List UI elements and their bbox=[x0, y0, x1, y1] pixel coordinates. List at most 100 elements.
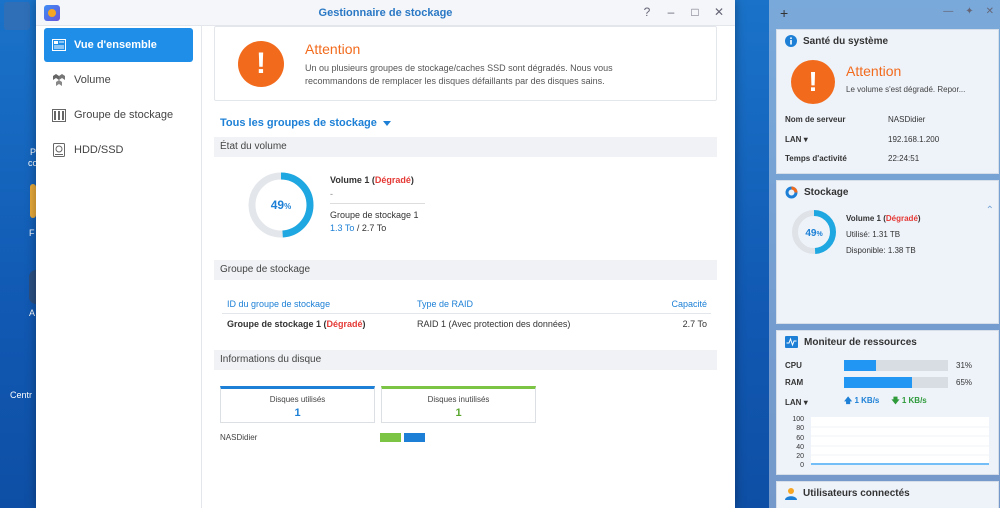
row-value: NASDidier bbox=[888, 115, 926, 124]
storage-info: Volume 1 (Dégradé) Utilisé: 1.31 TB Disp… bbox=[846, 211, 921, 259]
lan-upload: 🡅 1 KB/s bbox=[844, 396, 880, 405]
cpu-bar bbox=[844, 360, 948, 371]
info-icon bbox=[785, 35, 797, 47]
storage-usage-ring: 49% bbox=[792, 210, 836, 254]
ram-row: RAM 65% bbox=[785, 377, 985, 388]
server-name-row: Nom de serveur NASDidier bbox=[785, 115, 985, 124]
minimize-icon[interactable]: – bbox=[665, 5, 677, 19]
desktop-shortcut-icon[interactable] bbox=[29, 270, 36, 304]
ring-percent: 49% bbox=[805, 228, 823, 239]
desktop-label[interactable]: Centr bbox=[10, 390, 32, 400]
attention-banner: ! Attention Un ou plusieurs groupes de s… bbox=[214, 26, 717, 101]
add-widget-icon[interactable]: + bbox=[780, 5, 788, 21]
storage-widget: Stockage ⌃ 49% Volume 1 (Dégradé) Utilis… bbox=[776, 180, 999, 324]
row-key: CPU bbox=[785, 361, 802, 370]
panel-toolbar: + — ✦ ✕ bbox=[769, 0, 1000, 26]
overview-icon bbox=[52, 38, 66, 52]
row-key: LAN ▾ bbox=[785, 397, 808, 407]
window-titlebar[interactable]: Gestionnaire de stockage ? – □ ✕ bbox=[36, 0, 735, 26]
widget-header: Santé du système bbox=[777, 30, 998, 52]
widget-title: Utilisateurs connectés bbox=[803, 487, 910, 499]
widget-title: Santé du système bbox=[803, 35, 889, 47]
uptime-row: Temps d'activité 22:24:51 bbox=[785, 154, 985, 163]
used-space: Utilisé: 1.31 TB bbox=[846, 230, 901, 239]
arrow-down-icon: 🡇 bbox=[891, 396, 900, 405]
ram-value: 65% bbox=[956, 378, 973, 387]
column-header[interactable]: Type de RAID bbox=[417, 299, 597, 309]
raid-type: RAID 1 (Avec protection des données) bbox=[417, 319, 571, 329]
nas-name: NASDidier bbox=[220, 433, 258, 442]
sidebar-item-volume[interactable]: Volume bbox=[44, 63, 193, 97]
cpu-value: 31% bbox=[956, 361, 973, 370]
cpu-row: CPU 31% bbox=[785, 360, 985, 371]
widget-title: Moniteur de ressources bbox=[804, 336, 917, 348]
caret-down-icon: ▾ bbox=[803, 397, 808, 407]
cpu-bar-fill bbox=[844, 360, 877, 371]
maximize-icon[interactable]: □ bbox=[689, 5, 701, 19]
pool-capacity: 2.7 To bbox=[682, 319, 707, 329]
volume-usage-ring: 49% bbox=[248, 172, 314, 238]
sidebar-item-overview[interactable]: Vue d'ensemble bbox=[44, 28, 193, 62]
close-icon[interactable]: ✕ bbox=[713, 5, 725, 19]
section-header: Groupe de stockage bbox=[214, 260, 717, 280]
sidebar: Vue d'ensemble Volume Groupe de stockage… bbox=[36, 26, 202, 508]
desktop-shortcut-icon[interactable] bbox=[4, 2, 30, 30]
table-row[interactable]: Groupe de stockage 1 (Dégradé) RAID 1 (A… bbox=[222, 314, 711, 334]
sidebar-item-storage-pool[interactable]: Groupe de stockage bbox=[44, 98, 193, 132]
close-icon[interactable]: ✕ bbox=[986, 6, 994, 17]
chart-tick-label: 20 bbox=[796, 453, 804, 460]
storage-manager-window: Gestionnaire de stockage ? – □ ✕ Vue d'e… bbox=[36, 0, 735, 508]
desktop-label[interactable]: F bbox=[29, 228, 35, 238]
ring-percent: 49% bbox=[271, 198, 291, 212]
warning-icon: ! bbox=[238, 41, 284, 87]
row-key: Temps d'activité bbox=[785, 154, 847, 163]
sidebar-item-hdd-ssd[interactable]: HDD/SSD bbox=[44, 133, 193, 167]
card-count: 1 bbox=[455, 407, 462, 419]
connected-users-widget: Utilisateurs connectés bbox=[776, 481, 999, 508]
alert-message: Un ou plusieurs groupes de stockage/cach… bbox=[305, 63, 613, 86]
monitor-icon bbox=[785, 336, 798, 348]
card-label: Disques utilisés bbox=[269, 395, 326, 404]
column-header[interactable]: Capacité bbox=[597, 299, 711, 309]
disk-bay-2[interactable] bbox=[404, 433, 426, 442]
unused-disks-card[interactable]: Disques inutilisés 1 bbox=[381, 386, 536, 423]
lan-row[interactable]: LAN ▾ 192.168.1.200 bbox=[785, 135, 985, 144]
volume-capacity: 1.3 To / 2.7 To bbox=[330, 223, 387, 233]
caret-down-icon: ▾ bbox=[803, 135, 808, 144]
card-count: 1 bbox=[294, 407, 301, 419]
panel-controls: — ✦ ✕ bbox=[943, 6, 994, 17]
widget-header: Stockage bbox=[777, 181, 998, 203]
minimize-icon[interactable]: — bbox=[943, 6, 953, 17]
disk-info-section: Informations du disque Disques utilisés … bbox=[214, 350, 717, 442]
sidebar-item-label: Vue d'ensemble bbox=[74, 39, 157, 51]
sidebar-item-label: HDD/SSD bbox=[74, 144, 124, 156]
warning-icon: ! bbox=[791, 60, 835, 104]
lan-row[interactable]: LAN ▾ 🡅 1 KB/s 🡇 1 KB/s bbox=[785, 395, 985, 409]
volume-pool: Groupe de stockage 1 bbox=[330, 210, 419, 220]
arrow-up-icon: 🡅 bbox=[844, 396, 853, 405]
hdd-icon bbox=[52, 143, 66, 157]
divider bbox=[330, 203, 425, 204]
dropdown-label: Tous les groupes de stockage bbox=[220, 117, 377, 129]
chart-plot-area bbox=[811, 417, 989, 465]
column-header[interactable]: ID du groupe de stockage bbox=[222, 299, 417, 309]
widget-header: Utilisateurs connectés bbox=[777, 482, 998, 504]
widget-title: Stockage bbox=[804, 186, 849, 198]
alert-title: Attention bbox=[305, 41, 361, 57]
chart-tick-label: 0 bbox=[800, 462, 804, 469]
desktop-label[interactable]: A bbox=[29, 308, 35, 318]
storage-icon bbox=[785, 186, 798, 198]
used-disks-card[interactable]: Disques utilisés 1 bbox=[220, 386, 375, 423]
pin-icon[interactable]: ✦ bbox=[965, 6, 973, 17]
disk-bay-1[interactable] bbox=[380, 433, 402, 442]
volume-name: Volume 1 (Dégradé) bbox=[330, 175, 414, 185]
help-icon[interactable]: ? bbox=[641, 5, 653, 19]
chevron-up-icon[interactable]: ⌃ bbox=[986, 205, 994, 216]
widgets-panel: + — ✦ ✕ Santé du système ! Attention Le … bbox=[769, 0, 1000, 508]
main-content: ! Attention Un ou plusieurs groupes de s… bbox=[214, 26, 717, 508]
disk-bays bbox=[380, 433, 426, 442]
window-title: Gestionnaire de stockage bbox=[318, 7, 453, 19]
row-key: RAM bbox=[785, 378, 804, 387]
storage-group-dropdown[interactable]: Tous les groupes de stockage bbox=[214, 116, 717, 130]
section-header: Informations du disque bbox=[214, 350, 717, 370]
